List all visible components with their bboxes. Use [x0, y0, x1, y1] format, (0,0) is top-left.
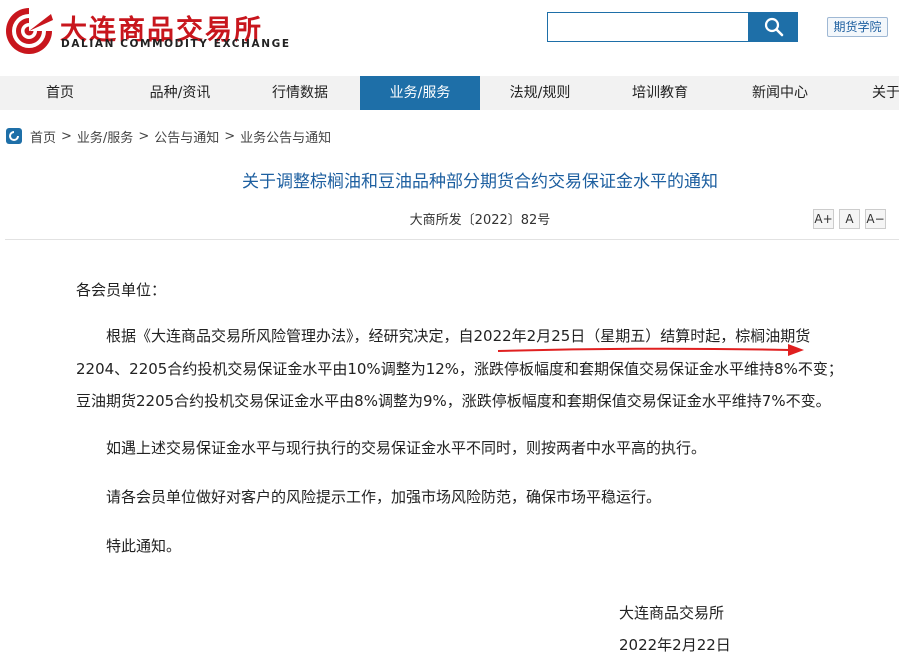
nav-item-market-data[interactable]: 行情数据 — [240, 76, 360, 110]
paragraph-3: 请各会员单位做好对客户的风险提示工作，加强市场风险防范，确保市场平稳运行。 — [106, 488, 662, 506]
home-icon — [6, 128, 22, 144]
breadcrumb-business-services[interactable]: 业务/服务 — [77, 127, 133, 146]
logo-english-name[interactable]: DALIAN COMMODITY EXCHANGE — [61, 38, 291, 50]
site-header: 大连商品交易所 DALIAN COMMODITY EXCHANGE 期货学院 — [0, 0, 899, 76]
breadcrumb-announcements[interactable]: 公告与通知 — [154, 127, 219, 146]
search-icon — [764, 17, 783, 37]
dce-logo-icon[interactable] — [4, 6, 54, 56]
futures-academy-link[interactable]: 期货学院 — [827, 17, 888, 37]
breadcrumb-business-announcements[interactable]: 业务公告与通知 — [240, 127, 331, 146]
signature-date: 2022年2月22日 — [619, 636, 731, 654]
breadcrumb-separator: > — [224, 128, 236, 144]
breadcrumb-separator: > — [138, 128, 150, 144]
article-title: 关于调整棕榈油和豆油品种部分期货合约交易保证金水平的通知 — [242, 172, 718, 192]
salutation: 各会员单位： — [76, 281, 167, 299]
nav-item-home[interactable]: 首页 — [0, 76, 120, 110]
breadcrumb-separator: > — [61, 128, 72, 144]
search-input[interactable] — [547, 12, 749, 42]
font-decrease-button[interactable]: A− — [865, 209, 886, 229]
breadcrumb-home[interactable]: 首页 — [30, 127, 56, 146]
breadcrumb: 首页 > 业务/服务 > 公告与通知 > 业务公告与通知 — [6, 127, 331, 146]
search-button[interactable] — [749, 12, 798, 42]
main-nav: 首页 品种/资讯 行情数据 业务/服务 法规/规则 培训教育 新闻中心 关于 — [0, 76, 899, 110]
paragraph-2: 如遇上述交易保证金水平与现行执行的交易保证金水平不同时，则按两者中水平高的执行。 — [106, 439, 707, 457]
font-reset-button[interactable]: A — [839, 209, 860, 229]
paragraph-1-line-2: 2204、2205合约投机交易保证金水平由10%调整为12%，涨跌停板幅度和套期… — [76, 360, 843, 378]
nav-item-products-info[interactable]: 品种/资讯 — [120, 76, 240, 110]
title-divider — [5, 239, 899, 240]
nav-item-business-services[interactable]: 业务/服务 — [360, 76, 480, 110]
nav-item-news[interactable]: 新闻中心 — [720, 76, 840, 110]
nav-item-about[interactable]: 关于 — [840, 76, 899, 110]
nav-item-rules[interactable]: 法规/规则 — [480, 76, 600, 110]
font-size-controls: A+ A A− — [813, 209, 891, 229]
nav-item-training[interactable]: 培训教育 — [600, 76, 720, 110]
font-increase-button[interactable]: A+ — [813, 209, 834, 229]
signature: 大连商品交易所 — [619, 604, 725, 622]
paragraph-4: 特此通知。 — [106, 537, 182, 555]
paragraph-1-line-3: 豆油期货2205合约投机交易保证金水平由8%调整为9%，涨跌停板幅度和套期保值交… — [76, 392, 831, 410]
annotation-arrow-icon — [497, 344, 804, 356]
document-number: 大商所发〔2022〕82号 — [409, 213, 551, 228]
